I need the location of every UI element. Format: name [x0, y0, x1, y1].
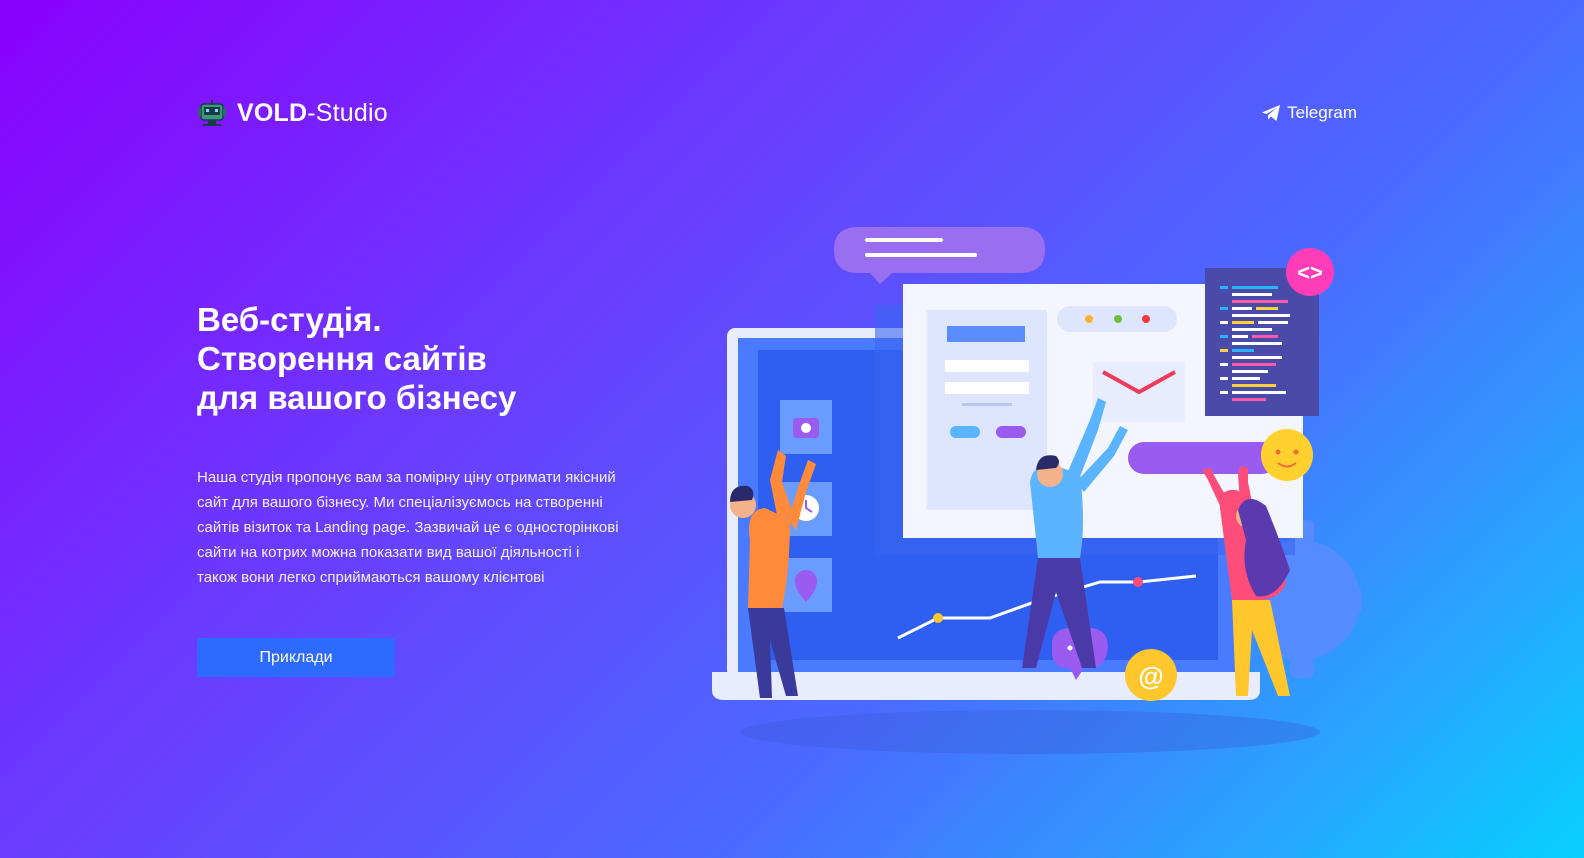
speech-line	[865, 238, 943, 242]
web-development-illustration: <> @	[712, 227, 1362, 754]
hero-description-line: сайтів візиток та Landing page. Зазвичай…	[197, 519, 619, 536]
window-dot	[1142, 315, 1150, 323]
form-divider	[962, 403, 1012, 406]
hero-description-line: сайти на котрих можна показати вид вашої…	[197, 544, 580, 561]
hero-description-line: сайт для вашого бізнесу. Ми спеціалізуєм…	[197, 494, 603, 511]
form-field	[945, 360, 1029, 372]
speech-line	[865, 253, 977, 257]
brand-name-bold: VOLD	[237, 98, 308, 127]
brand-logo[interactable]: VOLD-Studio	[197, 98, 388, 128]
brand-name-rest: -Studio	[307, 98, 388, 127]
form-field	[945, 382, 1029, 394]
form-header	[947, 326, 1025, 342]
smiley-icon	[1261, 429, 1313, 481]
hero-title-line: Створення сайтів	[197, 340, 487, 377]
progress-bar	[1128, 442, 1278, 474]
telegram-label: Telegram	[1287, 103, 1357, 122]
hero-title-line: Веб-студія.	[197, 301, 382, 338]
telegram-link[interactable]: Telegram	[1261, 103, 1357, 123]
examples-button[interactable]: Приклади	[197, 638, 395, 677]
hero-title: Веб-студія. Створення сайтів для вашого …	[197, 300, 516, 417]
hero-title-line: для вашого бізнесу	[197, 379, 517, 416]
illustration-shadow	[740, 710, 1320, 754]
trend-point	[933, 613, 943, 623]
trend-point	[1133, 577, 1143, 587]
at-badge-text: @	[1138, 661, 1163, 691]
window-dot	[1114, 315, 1122, 323]
form-button	[950, 426, 980, 438]
brand-name: VOLD-Studio	[237, 99, 388, 128]
robot-logo-icon	[198, 100, 226, 126]
code-badge-text: <>	[1297, 260, 1323, 285]
form-button	[996, 426, 1026, 438]
telegram-icon	[1262, 105, 1281, 121]
site-header: VOLD-Studio Telegram	[197, 94, 1357, 132]
hero-description-line: також вони легко сприймаються вашому клі…	[197, 569, 545, 586]
camera-lens	[801, 423, 811, 433]
hero-description-line: Наша студія пропонує вам за помірну ціну…	[197, 469, 616, 486]
window-dot	[1085, 315, 1093, 323]
hero-description: Наша студія пропонує вам за помірну ціну…	[197, 465, 647, 590]
